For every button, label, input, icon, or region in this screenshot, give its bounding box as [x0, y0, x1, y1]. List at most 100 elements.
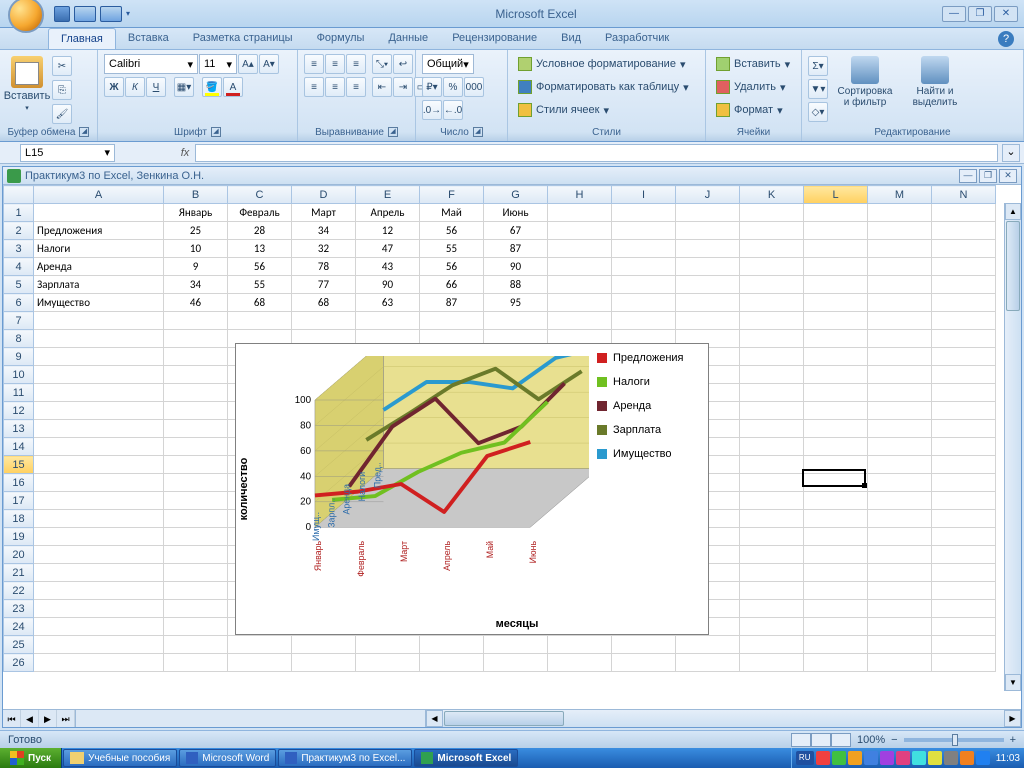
- column-header[interactable]: B: [164, 186, 228, 204]
- cell[interactable]: [676, 222, 740, 240]
- cell[interactable]: [868, 510, 932, 528]
- cell[interactable]: [164, 528, 228, 546]
- cell[interactable]: [612, 258, 676, 276]
- conditional-formatting-button[interactable]: Условное форматирование ▾: [514, 54, 689, 74]
- cell[interactable]: [804, 438, 868, 456]
- cell[interactable]: [868, 204, 932, 222]
- font-color-icon[interactable]: A: [223, 77, 243, 97]
- find-select-button[interactable]: Найти и выделить: [902, 54, 968, 110]
- cell[interactable]: [868, 330, 932, 348]
- cell[interactable]: [804, 474, 868, 492]
- column-header[interactable]: M: [868, 186, 932, 204]
- cell[interactable]: [740, 492, 804, 510]
- cell[interactable]: [34, 384, 164, 402]
- cell[interactable]: [932, 438, 996, 456]
- cell[interactable]: [34, 312, 164, 330]
- cell[interactable]: [164, 492, 228, 510]
- scroll-left-icon[interactable]: ◀: [426, 710, 443, 727]
- cell[interactable]: [740, 402, 804, 420]
- cell[interactable]: [804, 510, 868, 528]
- align-left-icon[interactable]: ≡: [304, 77, 324, 97]
- column-header[interactable]: D: [292, 186, 356, 204]
- cell[interactable]: [164, 546, 228, 564]
- tab-formulas[interactable]: Формулы: [305, 28, 377, 49]
- format-painter-icon[interactable]: 🖌: [52, 104, 72, 124]
- cell[interactable]: [868, 636, 932, 654]
- zoom-slider-handle[interactable]: [952, 734, 958, 746]
- cell[interactable]: 56: [420, 222, 484, 240]
- tab-review[interactable]: Рецензирование: [440, 28, 549, 49]
- formula-bar-expander[interactable]: ⌄: [1002, 144, 1020, 162]
- insert-cells-button[interactable]: Вставить ▾: [712, 54, 794, 74]
- cell[interactable]: [164, 312, 228, 330]
- cell[interactable]: [932, 528, 996, 546]
- cell[interactable]: [164, 402, 228, 420]
- cell[interactable]: [164, 510, 228, 528]
- formula-input[interactable]: [195, 144, 998, 162]
- cell[interactable]: [164, 582, 228, 600]
- cut-icon[interactable]: ✂: [52, 56, 72, 76]
- cell[interactable]: [932, 348, 996, 366]
- page-layout-view-icon[interactable]: [811, 733, 831, 747]
- paste-button[interactable]: Вставить ▾: [6, 54, 48, 114]
- cell[interactable]: [740, 456, 804, 474]
- row-header[interactable]: 13: [4, 420, 34, 438]
- cell[interactable]: [932, 294, 996, 312]
- cell[interactable]: [868, 312, 932, 330]
- cell[interactable]: [804, 654, 868, 672]
- cell[interactable]: [868, 528, 932, 546]
- cell[interactable]: Апрель: [356, 204, 420, 222]
- row-header[interactable]: 4: [4, 258, 34, 276]
- help-icon[interactable]: ?: [998, 31, 1014, 47]
- cell[interactable]: [34, 366, 164, 384]
- child-close-button[interactable]: ✕: [999, 169, 1017, 183]
- cell[interactable]: [932, 222, 996, 240]
- cell[interactable]: [548, 258, 612, 276]
- cell[interactable]: [804, 276, 868, 294]
- cell[interactable]: [932, 420, 996, 438]
- number-dialog-launcher[interactable]: ◢: [473, 127, 483, 137]
- cell[interactable]: [548, 222, 612, 240]
- cell[interactable]: [676, 654, 740, 672]
- cell[interactable]: [932, 600, 996, 618]
- cell[interactable]: [34, 438, 164, 456]
- cell[interactable]: Февраль: [228, 204, 292, 222]
- cell[interactable]: [356, 654, 420, 672]
- row-header[interactable]: 12: [4, 402, 34, 420]
- cell[interactable]: [484, 654, 548, 672]
- cell[interactable]: [676, 312, 740, 330]
- cell[interactable]: 34: [164, 276, 228, 294]
- scroll-up-icon[interactable]: ▲: [1005, 203, 1021, 220]
- cell[interactable]: [34, 474, 164, 492]
- cell[interactable]: 67: [484, 222, 548, 240]
- tab-page-layout[interactable]: Разметка страницы: [181, 28, 305, 49]
- row-header[interactable]: 2: [4, 222, 34, 240]
- cell[interactable]: [740, 654, 804, 672]
- scroll-right-icon[interactable]: ▶: [1004, 710, 1021, 727]
- alignment-dialog-launcher[interactable]: ◢: [388, 127, 398, 137]
- cell[interactable]: [932, 330, 996, 348]
- cell[interactable]: [868, 348, 932, 366]
- cell[interactable]: [804, 384, 868, 402]
- cell[interactable]: [932, 564, 996, 582]
- row-header[interactable]: 11: [4, 384, 34, 402]
- bluetooth-icon[interactable]: [976, 751, 990, 765]
- cell[interactable]: [164, 384, 228, 402]
- cell[interactable]: [804, 492, 868, 510]
- italic-icon[interactable]: К: [125, 77, 145, 97]
- cell[interactable]: [804, 528, 868, 546]
- start-button[interactable]: Пуск: [0, 748, 62, 768]
- row-header[interactable]: 6: [4, 294, 34, 312]
- vertical-scroll-thumb[interactable]: [1006, 221, 1020, 311]
- cell[interactable]: [34, 564, 164, 582]
- cell[interactable]: [34, 204, 164, 222]
- cell[interactable]: [932, 384, 996, 402]
- cell[interactable]: [164, 600, 228, 618]
- cell[interactable]: Июнь: [484, 204, 548, 222]
- cell[interactable]: [34, 456, 164, 474]
- cell[interactable]: [676, 240, 740, 258]
- cell[interactable]: [804, 600, 868, 618]
- cell[interactable]: [740, 204, 804, 222]
- cell[interactable]: [804, 402, 868, 420]
- cell[interactable]: [548, 312, 612, 330]
